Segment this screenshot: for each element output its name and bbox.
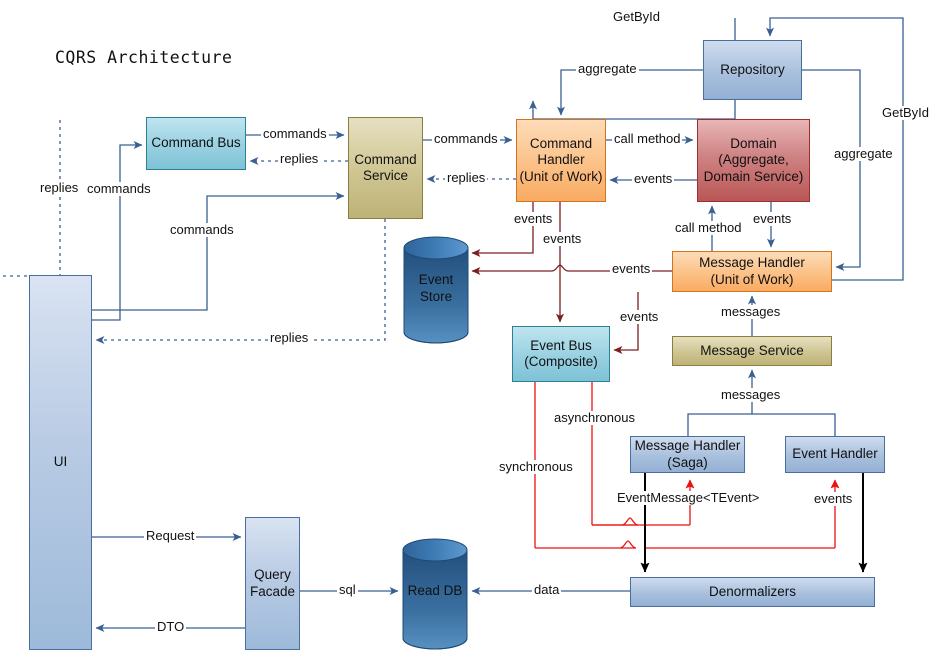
node-query-facade[interactable]: Query Facade — [245, 517, 300, 650]
connector-layer — [0, 17, 904, 632]
node-ui-label: UI — [53, 454, 68, 470]
node-command-bus-label: Command Bus — [151, 135, 241, 151]
node-message-handler-uow[interactable]: Message Handler (Unit of Work) — [672, 251, 832, 292]
edge-label-events-mh-to-store: events — [610, 261, 653, 277]
edge-label-dto: DTO — [155, 619, 187, 635]
node-event-store-line1: Event — [418, 272, 454, 287]
edge-label-aggregate-left: aggregate — [576, 61, 639, 77]
edge-label-messages-service-to-mh: messages — [719, 304, 783, 320]
node-denormalizers-label: Denormalizers — [708, 583, 797, 599]
edge-label-events-domain-to-ch: events — [632, 171, 675, 187]
node-command-handler-line2: Handler — [537, 152, 585, 168]
edge-label-request: Request — [144, 528, 197, 544]
edge-label-commands-ui-left: commands — [85, 181, 153, 197]
edge-label-replies-bus: replies — [278, 151, 321, 167]
node-event-bus[interactable]: Event Bus (Composite) — [512, 326, 610, 382]
edge-aggregate-repo-to-ch — [557, 69, 703, 116]
node-event-store[interactable]: Event Store — [403, 236, 469, 344]
node-command-service[interactable]: Command Service — [348, 117, 423, 219]
node-domain[interactable]: Domain (Aggregate, Domain Service) — [697, 119, 810, 202]
node-denormalizers[interactable]: Denormalizers — [630, 577, 875, 607]
edge-aggregate-repo-to-mh — [802, 69, 861, 271]
edge-label-events-handler-red: events — [812, 491, 855, 507]
node-event-store-line2: Store — [419, 289, 453, 304]
node-event-bus-line1: Event Bus — [530, 337, 592, 353]
node-domain-line1: Domain — [730, 135, 777, 151]
edge-events-ch-to-store — [471, 202, 534, 257]
edge-label-commands-ui-lower: commands — [168, 222, 236, 238]
edge-label-commands-bus-to-service: commands — [261, 126, 329, 142]
page-title: CQRS Architecture — [55, 48, 233, 67]
edge-label-events-ch-down: events — [541, 231, 584, 247]
edge-label-getbyid-right: GetById — [880, 105, 931, 121]
node-ui[interactable]: UI — [29, 275, 92, 650]
node-command-handler-line3: (Unit of Work) — [519, 168, 603, 184]
edge-label-asynchronous: asynchronous — [552, 410, 637, 426]
edge-commands-ui-to-bus — [92, 141, 143, 321]
node-message-handler-saga[interactable]: Message Handler (Saga) — [630, 436, 745, 473]
edge-messages-handlers-join — [687, 413, 836, 436]
edge-label-events-ch-left: events — [512, 211, 555, 227]
node-command-handler-line1: Command — [529, 135, 593, 151]
edge-label-replies-bottom: replies — [268, 330, 311, 346]
cqrs-architecture-diagram: CQRS Architecture UI Command Bus Command… — [0, 0, 949, 666]
node-read-db[interactable]: Read DB — [402, 538, 468, 650]
node-command-service-line2: Service — [362, 168, 408, 183]
edge-label-synchronous: synchronous — [497, 459, 575, 475]
edge-label-replies-handler: replies — [445, 170, 488, 186]
node-message-handler-saga-line1: Message Handler — [634, 438, 741, 454]
node-event-handler-label: Event Handler — [792, 446, 878, 462]
edge-label-call-method-domain: call method — [612, 131, 683, 147]
edge-label-aggregate-right: aggregate — [832, 146, 895, 162]
edge-label-replies-left: replies — [38, 180, 81, 196]
node-domain-line2: (Aggregate, — [718, 152, 789, 168]
edge-label-events-mh-to-bus: events — [618, 309, 661, 325]
node-message-handler-saga-line2: (Saga) — [667, 454, 708, 470]
edge-label-messages-handlers-to-service: messages — [719, 387, 783, 403]
edge-label-call-method-msg: call method — [673, 220, 744, 236]
node-read-db-label: Read DB — [407, 583, 463, 598]
node-command-handler[interactable]: Command Handler (Unit of Work) — [516, 119, 606, 202]
node-message-handler-uow-line2: (Unit of Work) — [710, 271, 794, 287]
node-message-service-label: Message Service — [700, 342, 804, 358]
node-command-service-line1: Command — [354, 151, 417, 167]
edge-label-commands-service-to-handler: commands — [432, 131, 500, 147]
node-event-handler[interactable]: Event Handler — [785, 436, 885, 473]
node-message-handler-uow-line1: Message Handler — [699, 255, 805, 271]
edge-replies-to-ui — [0, 120, 61, 277]
node-message-service[interactable]: Message Service — [672, 336, 832, 366]
edge-label-events-domain-to-mh: events — [751, 211, 794, 227]
edge-label-sql: sql — [337, 582, 358, 598]
node-command-bus[interactable]: Command Bus — [146, 117, 246, 170]
node-query-facade-line2: Facade — [249, 583, 296, 599]
denormalizer-connectors — [640, 473, 868, 573]
edge-replies-to-ui-bottom — [95, 219, 386, 344]
edge-commands-ui-to-service — [92, 192, 345, 311]
node-repository[interactable]: Repository — [703, 40, 802, 100]
edge-sync-hop — [619, 540, 637, 549]
node-domain-line3: Domain Service) — [703, 168, 804, 184]
node-repository-label: Repository — [720, 61, 785, 77]
node-query-facade-line1: Query — [254, 567, 291, 583]
edge-label-event-message: EventMessage<TEvent> — [615, 490, 762, 506]
edge-label-getbyid-top: GetById — [611, 9, 662, 25]
edge-label-data: data — [532, 582, 562, 598]
edge-async-hop — [621, 517, 639, 526]
node-event-bus-line2: (Composite) — [524, 354, 598, 369]
edge-events-hop — [551, 264, 569, 272]
